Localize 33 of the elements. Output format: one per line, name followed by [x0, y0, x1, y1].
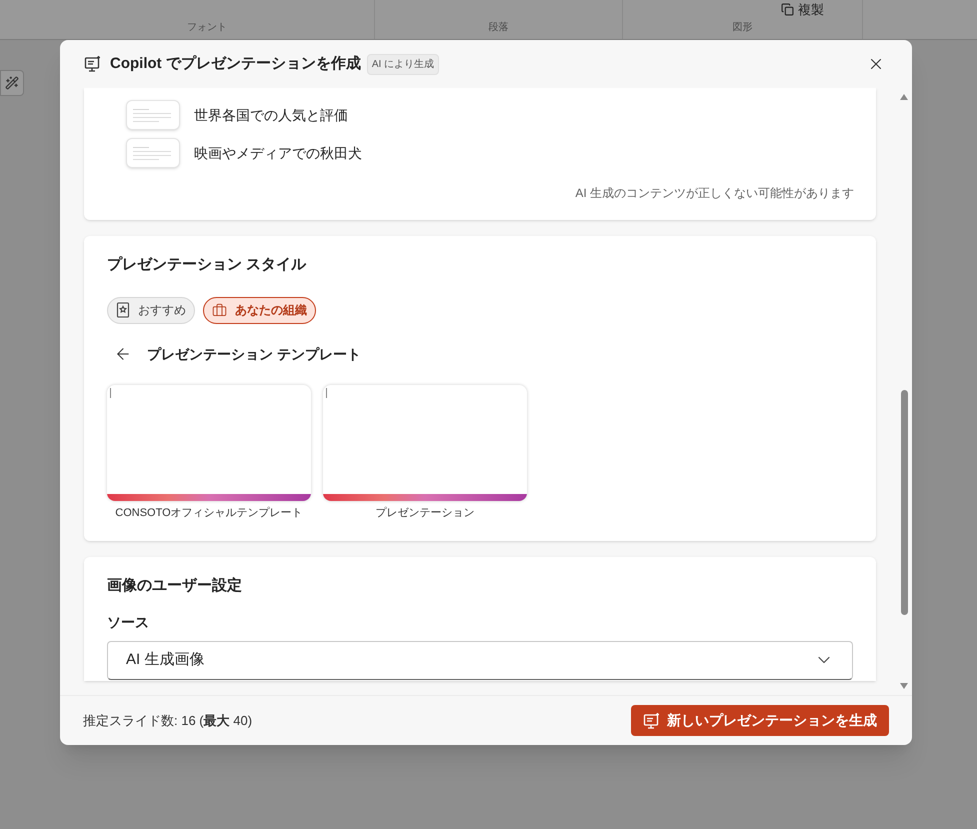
subsection-heading: プレゼンテーション テンプレート [147, 344, 361, 364]
briefcase-icon [212, 302, 227, 318]
source-dropdown[interactable]: AI 生成画像 [107, 640, 853, 680]
group-label: 段落 [488, 20, 508, 35]
field-label: ソース [107, 612, 150, 632]
template-thumbnail[interactable] [107, 384, 311, 500]
presentation-icon [84, 55, 102, 73]
section-heading: 画像のユーザー設定 [107, 576, 243, 596]
section-heading: プレゼンテーション スタイル [107, 255, 308, 275]
star-book-icon [116, 302, 130, 318]
outline-item: 映画やメディアでの秋田犬 [194, 144, 362, 162]
scroll-down-icon[interactable] [900, 683, 908, 689]
outline-item: 世界各国での人気と評価 [194, 106, 348, 124]
dialog-title: Copilot でプレゼンテーションを作成 [110, 54, 361, 74]
ai-disclaimer: AI 生成のコンテンツが正しくない可能性があります [575, 185, 854, 202]
slide-estimate: 推定スライド数: 16 (最大 40) [83, 712, 252, 730]
ai-badge: AI により生成 [366, 54, 440, 74]
designer-button[interactable] [0, 70, 24, 96]
template-name: CONSOTOオフィシャルテンプレート [115, 506, 303, 520]
duplicate-button[interactable]: 複製 [781, 0, 824, 19]
template-thumbnail[interactable] [323, 384, 527, 500]
scroll-up-icon[interactable] [900, 94, 908, 100]
group-label: フォント [187, 21, 227, 35]
slide-thumbnail [126, 138, 180, 168]
copy-icon [781, 2, 794, 16]
filter-chip[interactable]: あなたの組織 [203, 296, 316, 324]
filter-chip[interactable]: おすすめ [107, 296, 195, 324]
wand-icon [5, 76, 19, 90]
presentation-icon [643, 712, 661, 730]
template-name: プレゼンテーション [376, 506, 474, 520]
slide-thumbnail [126, 100, 180, 130]
generate-button[interactable]: 新しいプレゼンテーションを生成 [631, 705, 889, 736]
group-label: 図形 [732, 21, 752, 35]
